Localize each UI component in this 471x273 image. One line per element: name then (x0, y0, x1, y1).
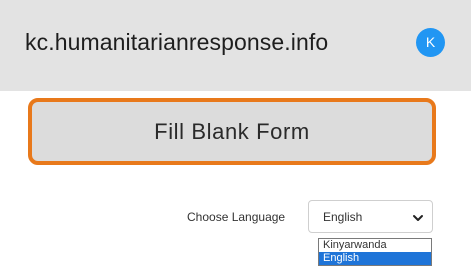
fill-blank-form-label: Fill Blank Form (154, 118, 310, 144)
choose-language-label: Choose Language (187, 210, 286, 224)
avatar[interactable]: K (416, 28, 445, 57)
avatar-letter: K (425, 34, 436, 50)
language-option-kinyarwanda[interactable]: Kinyarwanda (319, 239, 431, 252)
language-option-english[interactable]: English (319, 252, 431, 265)
chevron-down-icon (412, 211, 424, 223)
language-dropdown-list: Kinyarwanda English (318, 238, 432, 266)
language-select[interactable]: English (308, 200, 433, 233)
language-select-value: English (323, 210, 363, 224)
fill-blank-form-button[interactable]: Fill Blank Form (28, 98, 436, 165)
site-title: kc.humanitarianresponse.info (25, 29, 329, 55)
top-bar: kc.humanitarianresponse.info K (0, 0, 471, 91)
